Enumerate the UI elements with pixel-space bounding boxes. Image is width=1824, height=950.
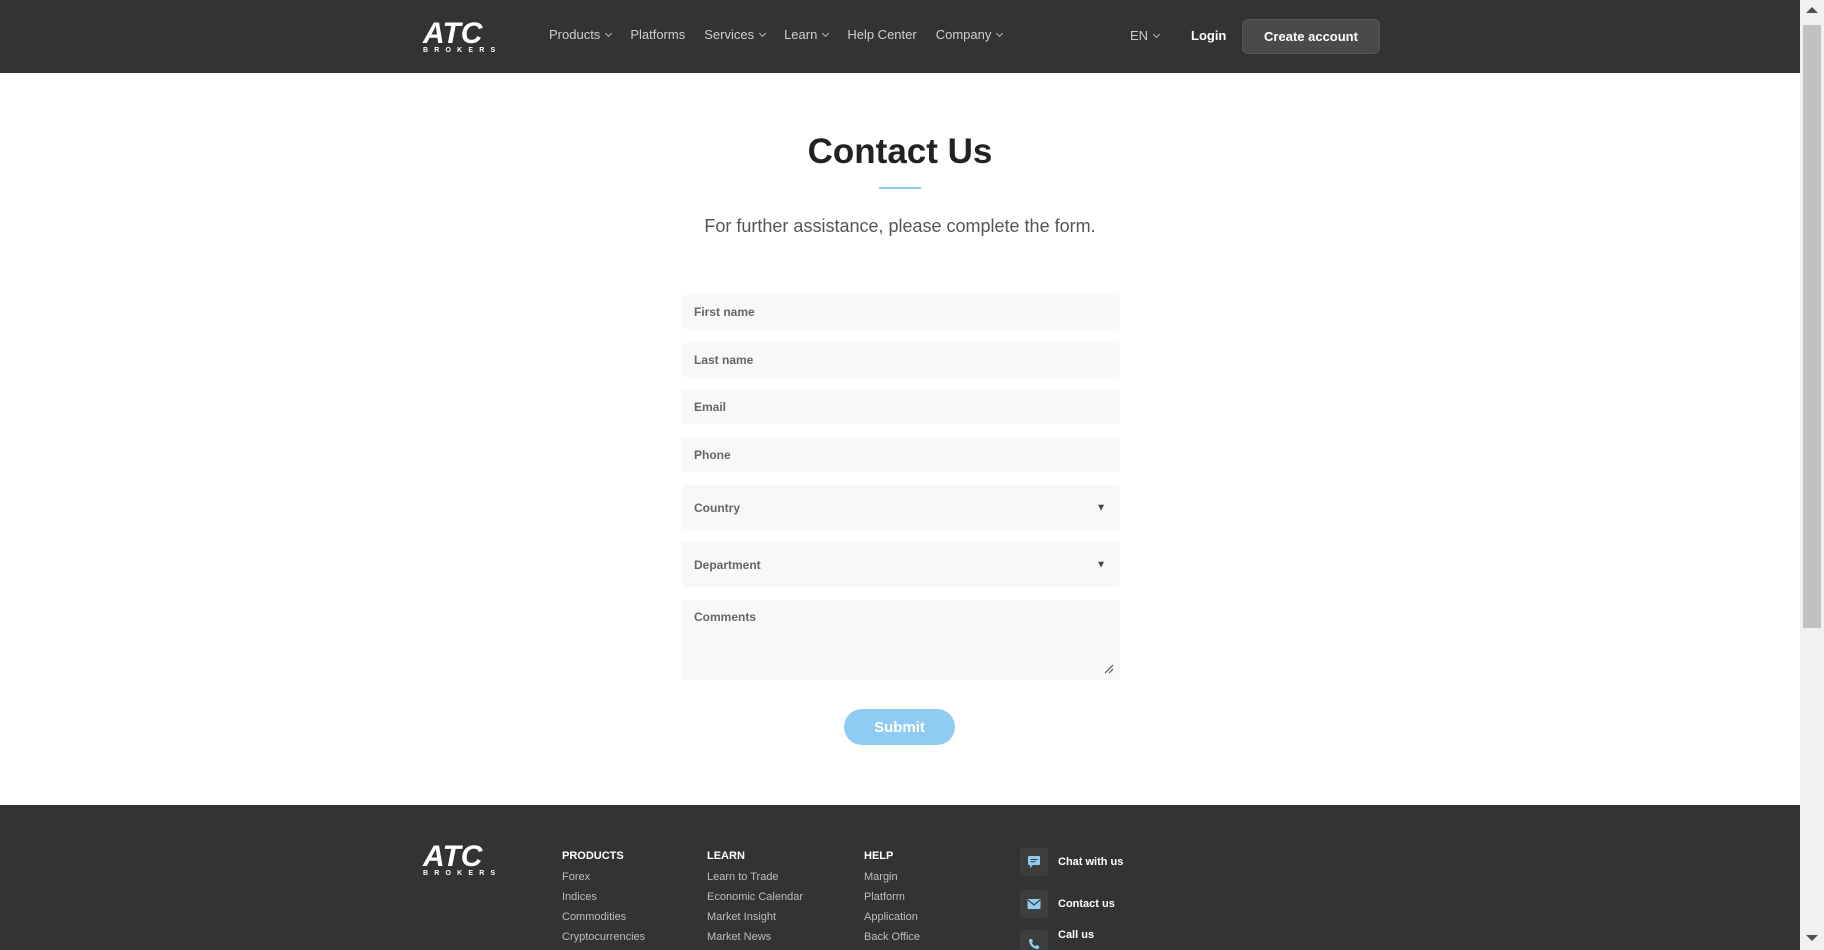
chevron-down-icon [605, 29, 613, 37]
submit-button[interactable]: Submit [844, 709, 955, 745]
contact-label: Chat with us [1058, 856, 1124, 868]
field-placeholder: Department [694, 557, 761, 572]
chat-with-us-link[interactable]: Chat with us [1020, 848, 1123, 876]
footer-column-heading: LEARN [707, 850, 745, 862]
footer-link[interactable]: Commodities [562, 911, 645, 923]
chevron-down-icon [996, 29, 1004, 37]
logo-main-text: ATC [423, 840, 483, 873]
logo-sub-text: BROKERS [423, 870, 502, 877]
scroll-down-arrow-icon[interactable] [1806, 935, 1818, 941]
contact-label: Call us [1058, 929, 1095, 941]
nav-item-company[interactable]: Company [935, 27, 1004, 42]
atc-brokers-logo[interactable]: ATC BROKERS [423, 17, 502, 55]
logo-sub-text: BROKERS [423, 47, 502, 54]
first-name-input[interactable]: First name [682, 295, 1120, 329]
footer-link[interactable]: Market Insight [707, 911, 803, 923]
title-divider [879, 187, 921, 189]
chevron-down-icon [1153, 30, 1161, 38]
site-footer: ATC BROKERS PRODUCTS Forex Indices Commo… [0, 805, 1800, 950]
chevron-down-icon [759, 29, 767, 37]
footer-column-products: PRODUCTS Forex Indices Commodities Crypt… [562, 850, 645, 950]
language-selector[interactable]: EN [1130, 28, 1161, 43]
mail-icon [1020, 890, 1048, 918]
footer-link[interactable]: Back Office [864, 931, 920, 943]
footer-column-learn: LEARN Learn to Trade Economic Calendar M… [707, 850, 803, 950]
footer-link[interactable]: Platform [864, 891, 920, 903]
page-subtitle: For further assistance, please complete … [704, 216, 1096, 236]
create-account-button[interactable]: Create account [1242, 19, 1380, 54]
contact-us-link[interactable]: Contact us [1020, 890, 1115, 918]
footer-link[interactable]: Learn to Trade [707, 871, 803, 883]
nav-item-help-center[interactable]: Help Center [847, 27, 916, 42]
logo-main-text: ATC [423, 17, 483, 50]
dropdown-caret-icon: ▼ [1096, 559, 1106, 570]
call-us-link[interactable]: Call us [1020, 929, 1095, 950]
top-header: ATC BROKERS Products Platforms Services … [0, 0, 1800, 73]
page-title: Contact Us [807, 132, 993, 171]
resize-handle-icon[interactable] [1104, 664, 1114, 674]
department-select[interactable]: Department ▼ [682, 542, 1120, 587]
nav-label: Company [935, 27, 992, 42]
nav-item-learn[interactable]: Learn [784, 27, 830, 42]
phone-input[interactable]: Phone [682, 438, 1120, 472]
nav-label: Learn [784, 27, 818, 42]
field-placeholder: Email [694, 400, 727, 414]
nav-item-platforms[interactable]: Platforms [630, 27, 685, 42]
field-placeholder: Comments [694, 610, 757, 624]
last-name-input[interactable]: Last name [682, 343, 1120, 377]
field-placeholder: First name [694, 305, 755, 319]
nav-item-services[interactable]: Services [704, 27, 767, 42]
main-nav: Products Platforms Services Learn Help C… [549, 27, 1021, 42]
footer-column-heading: HELP [864, 850, 894, 862]
language-label: EN [1130, 28, 1149, 43]
footer-logo[interactable]: ATC BROKERS [423, 840, 502, 878]
scroll-up-arrow-icon[interactable] [1806, 7, 1818, 13]
email-input[interactable]: Email [682, 390, 1120, 424]
nav-label: Help Center [847, 27, 917, 42]
footer-column-help: HELP Margin Platform Application Back Of… [864, 850, 920, 950]
field-placeholder: Country [694, 500, 740, 515]
chat-icon [1020, 848, 1048, 876]
nav-item-products[interactable]: Products [549, 27, 613, 42]
scrollbar-thumb[interactable] [1803, 25, 1821, 628]
footer-link[interactable]: Market News [707, 931, 803, 943]
comments-textarea[interactable]: Comments [682, 600, 1120, 680]
nav-label: Platforms [630, 27, 686, 42]
phone-icon [1020, 930, 1048, 950]
contact-label: Contact us [1058, 898, 1115, 910]
field-placeholder: Phone [694, 448, 731, 462]
footer-link[interactable]: Economic Calendar [707, 891, 803, 903]
field-placeholder: Last name [694, 353, 754, 367]
footer-link[interactable]: Indices [562, 891, 645, 903]
footer-link[interactable]: Margin [864, 871, 920, 883]
dropdown-caret-icon: ▼ [1096, 502, 1106, 513]
country-select[interactable]: Country ▼ [682, 485, 1120, 530]
chevron-down-icon [822, 29, 830, 37]
nav-label: Products [549, 27, 601, 42]
footer-link[interactable]: Cryptocurrencies [562, 931, 645, 943]
nav-label: Services [704, 27, 755, 42]
footer-column-heading: PRODUCTS [562, 850, 624, 862]
footer-link[interactable]: Forex [562, 871, 645, 883]
login-link[interactable]: Login [1191, 28, 1226, 43]
footer-link[interactable]: Application [864, 911, 920, 923]
